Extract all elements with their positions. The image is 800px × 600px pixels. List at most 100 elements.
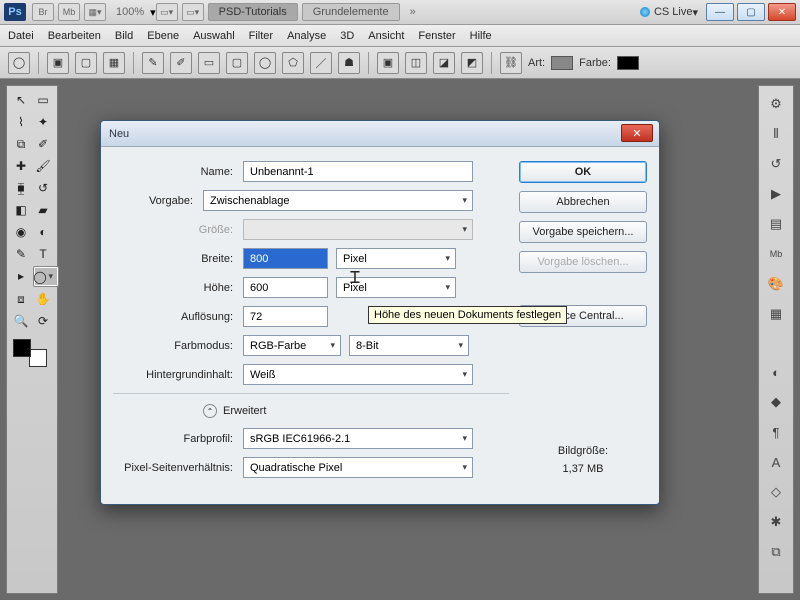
menu-fenster[interactable]: Fenster xyxy=(418,30,455,42)
screen-mode-button[interactable]: ▭▾ xyxy=(182,3,204,21)
menu-ansicht[interactable]: Ansicht xyxy=(368,30,404,42)
paths-panel-icon[interactable]: ◇ xyxy=(766,482,786,502)
width-unit-select[interactable]: Pixel xyxy=(336,248,456,269)
menu-ebene[interactable]: Ebene xyxy=(147,30,179,42)
bit-depth-select[interactable]: 8-Bit xyxy=(349,335,469,356)
menu-analyse[interactable]: Analyse xyxy=(287,30,326,42)
color-profile-select[interactable]: sRGB IEC61966-2.1 xyxy=(243,428,473,449)
healing-tool-icon[interactable]: ✚ xyxy=(11,156,31,176)
layout-button[interactable]: ▦▾ xyxy=(84,3,106,21)
height-input[interactable] xyxy=(243,277,328,298)
preset-select[interactable]: Zwischenablage xyxy=(203,190,473,211)
paragraph-panel-icon[interactable]: ¶ xyxy=(766,422,786,442)
pen-tool-icon[interactable]: ✎ xyxy=(11,244,31,264)
history-brush-tool-icon[interactable]: ↺ xyxy=(33,178,53,198)
brush-tool-icon[interactable]: 🖌 xyxy=(33,156,53,176)
advanced-toggle[interactable]: ⌃ Erweitert xyxy=(203,404,509,418)
background-color-swatch[interactable] xyxy=(29,349,47,367)
blur-tool-icon[interactable]: ◉ xyxy=(11,222,31,242)
dialog-titlebar[interactable]: Neu ✕ xyxy=(101,121,659,147)
workspace-tab-active[interactable]: PSD-Tutorials xyxy=(208,3,298,21)
dialog-close-button[interactable]: ✕ xyxy=(621,124,653,142)
info-panel-icon[interactable]: ◐ xyxy=(766,362,786,382)
wand-tool-icon[interactable]: ✦ xyxy=(33,112,53,132)
menu-filter[interactable]: Filter xyxy=(249,30,273,42)
pixel-aspect-select[interactable]: Quadratische Pixel xyxy=(243,457,473,478)
channels-panel-icon[interactable]: Mb xyxy=(766,244,786,264)
styles-panel-icon[interactable]: ▦ xyxy=(766,304,786,324)
color-swatch[interactable] xyxy=(617,56,639,70)
name-input[interactable] xyxy=(243,161,473,182)
character-panel-icon[interactable]: A xyxy=(766,452,786,472)
tool-preset-icon[interactable]: ◯ xyxy=(8,52,30,74)
brush-panel-icon[interactable]: ✱ xyxy=(766,512,786,532)
layers-panel-icon[interactable]: ▤ xyxy=(766,214,786,234)
shape-tool-icon[interactable]: ◯ xyxy=(33,266,59,287)
style-swatch[interactable] xyxy=(551,56,573,70)
menu-bild[interactable]: Bild xyxy=(115,30,133,42)
adjustments-panel-icon[interactable]: ⚙ xyxy=(766,94,786,114)
gradient-tool-icon[interactable]: ▰ xyxy=(33,200,53,220)
save-preset-button[interactable]: Vorgabe speichern... xyxy=(519,221,647,243)
3d-tool-icon[interactable]: ⧈ xyxy=(11,289,31,309)
paths-icon[interactable]: ▢ xyxy=(75,52,97,74)
swatches-panel-icon[interactable]: ⫴ xyxy=(766,124,786,144)
stamp-tool-icon[interactable]: ⧯ xyxy=(11,178,31,198)
resolution-input[interactable] xyxy=(243,306,328,327)
eyedropper-tool-icon[interactable]: ✐ xyxy=(33,134,53,154)
crop-tool-icon[interactable]: ⧉ xyxy=(11,134,31,154)
eraser-tool-icon[interactable]: ◧ xyxy=(11,200,31,220)
roundrect-icon[interactable]: ▢ xyxy=(226,52,248,74)
window-close-button[interactable]: ✕ xyxy=(768,3,796,21)
view-extras-button[interactable]: ▭▾ xyxy=(156,3,178,21)
menu-3d[interactable]: 3D xyxy=(340,30,354,42)
color-mode-select[interactable]: RGB-Farbe xyxy=(243,335,341,356)
fill-pixels-icon[interactable]: ▦ xyxy=(103,52,125,74)
ok-button[interactable]: OK xyxy=(519,161,647,183)
rotate-view-tool-icon[interactable]: ⟳ xyxy=(33,311,53,331)
move-tool-icon[interactable]: ↖ xyxy=(11,90,31,110)
foreground-color-swatch[interactable] xyxy=(13,339,31,357)
window-maximize-button[interactable]: ▢ xyxy=(737,3,765,21)
color-picker[interactable] xyxy=(11,337,49,369)
shape-layers-icon[interactable]: ▣ xyxy=(47,52,69,74)
width-input[interactable] xyxy=(243,248,328,269)
marquee-tool-icon[interactable]: ▭ xyxy=(33,90,53,110)
hand-tool-icon[interactable]: ✋ xyxy=(33,289,53,309)
window-minimize-button[interactable]: — xyxy=(706,3,734,21)
combine-subtract-icon[interactable]: ◪ xyxy=(433,52,455,74)
clone-panel-icon[interactable]: ⧉ xyxy=(766,542,786,562)
pen-icon[interactable]: ✎ xyxy=(142,52,164,74)
zoom-tool-icon[interactable]: 🔍 xyxy=(11,311,31,331)
minibridge-button[interactable]: Mb xyxy=(58,3,80,21)
type-tool-icon[interactable]: T xyxy=(33,244,53,264)
freeform-pen-icon[interactable]: ✐ xyxy=(170,52,192,74)
dodge-tool-icon[interactable]: ◐ xyxy=(33,222,53,242)
line-icon[interactable]: ／ xyxy=(310,52,332,74)
menu-hilfe[interactable]: Hilfe xyxy=(470,30,492,42)
menu-auswahl[interactable]: Auswahl xyxy=(193,30,235,42)
navigator-panel-icon[interactable]: ◆ xyxy=(766,392,786,412)
link-icon[interactable]: ⛓ xyxy=(500,52,522,74)
path-select-tool-icon[interactable]: ▸ xyxy=(11,266,31,286)
workspace-tab-inactive[interactable]: Grundelemente xyxy=(302,3,400,21)
polygon-icon[interactable]: ⬠ xyxy=(282,52,304,74)
combine-new-icon[interactable]: ▣ xyxy=(377,52,399,74)
height-unit-select[interactable]: Pixel xyxy=(336,277,456,298)
combine-add-icon[interactable]: ◫ xyxy=(405,52,427,74)
combine-intersect-icon[interactable]: ◩ xyxy=(461,52,483,74)
rect-icon[interactable]: ▭ xyxy=(198,52,220,74)
bridge-button[interactable]: Br xyxy=(32,3,54,21)
background-select[interactable]: Weiß xyxy=(243,364,473,385)
actions-panel-icon[interactable]: ▶ xyxy=(766,184,786,204)
menu-datei[interactable]: Datei xyxy=(8,30,34,42)
cs-live-button[interactable]: CS Live ▾ xyxy=(640,6,698,19)
zoom-level[interactable]: 100% xyxy=(116,6,144,18)
cancel-button[interactable]: Abbrechen xyxy=(519,191,647,213)
history-panel-icon[interactable]: ↺ xyxy=(766,154,786,174)
lasso-tool-icon[interactable]: ⌇ xyxy=(11,112,31,132)
workspace-more-icon[interactable]: » xyxy=(410,6,416,18)
menu-bearbeiten[interactable]: Bearbeiten xyxy=(48,30,101,42)
color-panel-icon[interactable]: 🎨 xyxy=(766,274,786,294)
ellipse-icon[interactable]: ◯ xyxy=(254,52,276,74)
